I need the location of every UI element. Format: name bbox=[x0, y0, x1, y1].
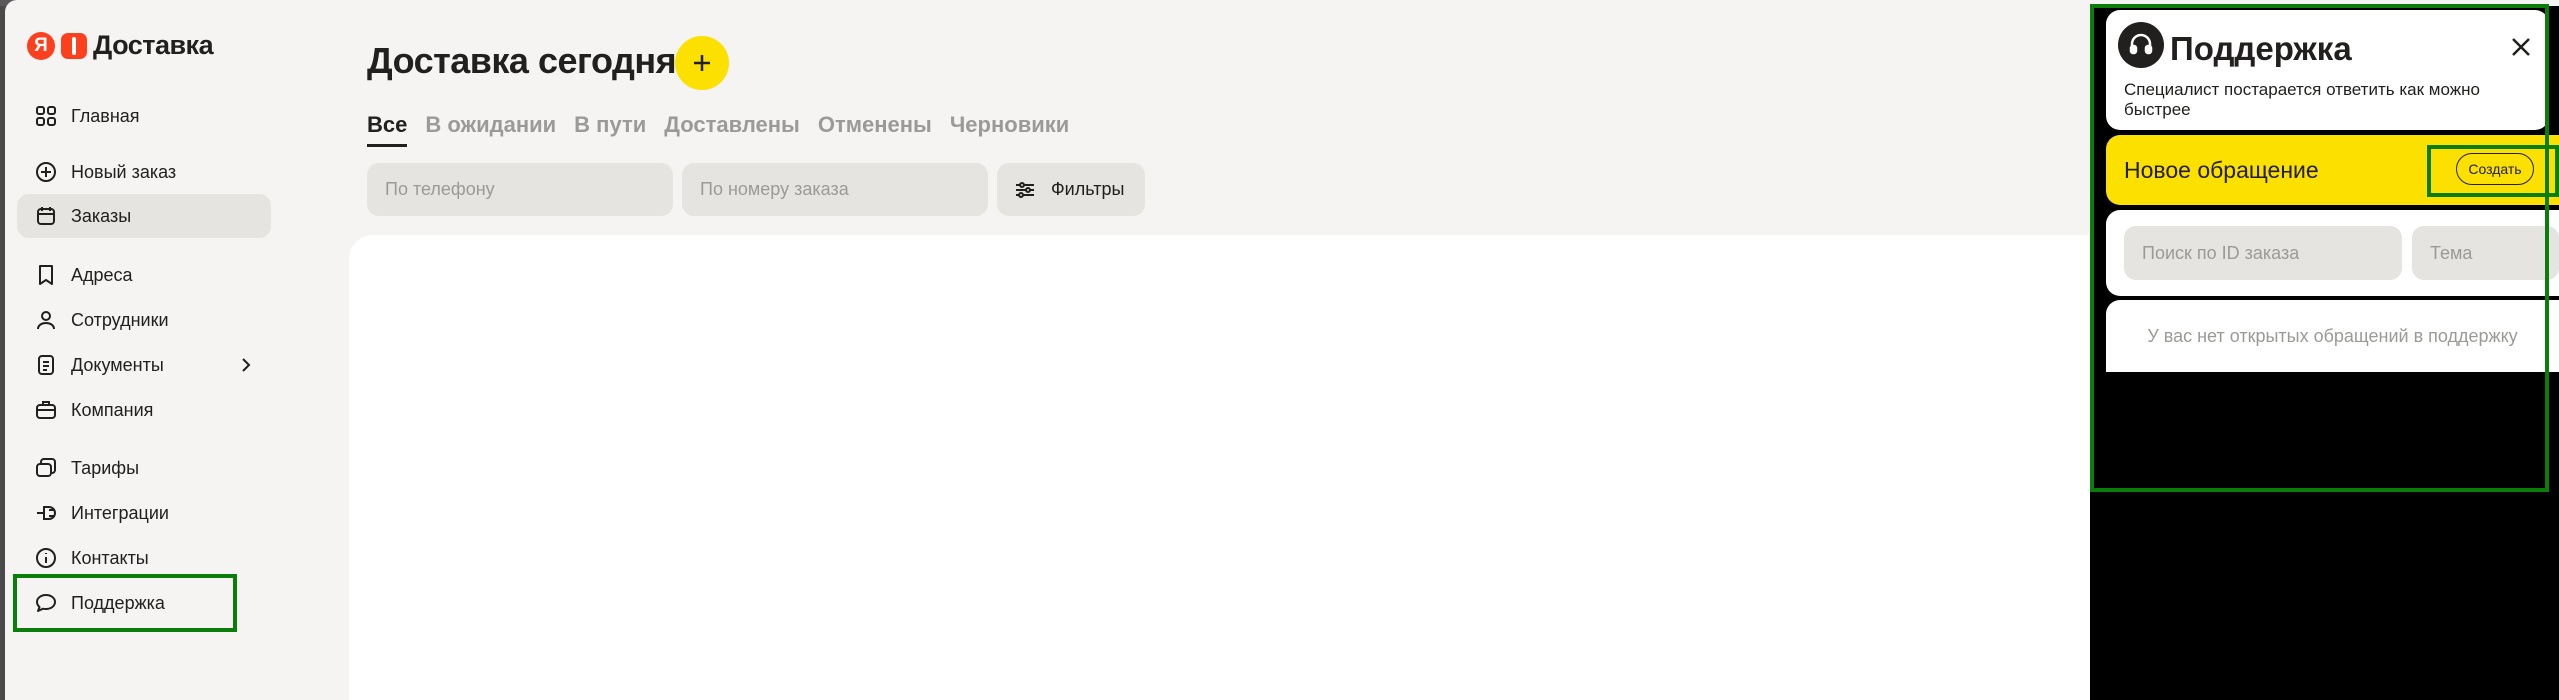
user-icon bbox=[35, 309, 57, 331]
main-content: Доставка сегодня Все В ожидании В пути Д… bbox=[335, 0, 2119, 700]
order-status-tabs: Все В ожидании В пути Доставлены Отменен… bbox=[367, 112, 1069, 147]
sidebar-item-orders[interactable]: Заказы bbox=[17, 194, 271, 238]
tag-icon bbox=[35, 457, 57, 479]
sidebar-item-company[interactable]: Компания bbox=[17, 388, 271, 432]
page-title: Доставка сегодня bbox=[367, 40, 677, 81]
sidebar-item-integrations[interactable]: Интеграции bbox=[17, 491, 271, 535]
sidebar-item-home[interactable]: Главная bbox=[17, 94, 271, 138]
sidebar-item-label: Адреса bbox=[71, 264, 133, 285]
delivery-box-icon bbox=[61, 32, 87, 59]
orders-content-panel bbox=[349, 235, 2119, 700]
sidebar-item-label: Заказы bbox=[71, 205, 132, 226]
tab-drafts[interactable]: Черновики bbox=[950, 112, 1069, 147]
highlight-support-nav bbox=[13, 574, 237, 632]
phone-search-input[interactable]: По телефону bbox=[367, 163, 673, 216]
sidebar-item-new-order[interactable]: Новый заказ bbox=[17, 150, 271, 194]
order-number-search-input[interactable]: По номеру заказа bbox=[682, 163, 988, 216]
plug-icon bbox=[35, 502, 57, 524]
plus-circle-icon bbox=[35, 161, 57, 183]
tab-all[interactable]: Все bbox=[367, 112, 408, 147]
filters-label: Фильтры bbox=[1051, 179, 1125, 199]
add-order-button[interactable] bbox=[675, 36, 729, 90]
plus-icon bbox=[694, 55, 710, 71]
sidebar-item-addresses[interactable]: Адреса bbox=[17, 253, 271, 297]
sidebar-item-label: Контакты bbox=[71, 547, 149, 568]
sidebar-item-label: Тарифы bbox=[71, 457, 140, 478]
sidebar-item-tariffs[interactable]: Тарифы bbox=[17, 446, 271, 490]
sidebar-item-label: Сотрудники bbox=[71, 309, 169, 330]
brand-logo[interactable]: Я Доставка bbox=[27, 30, 214, 61]
tab-in-transit[interactable]: В пути bbox=[574, 112, 646, 147]
info-icon bbox=[35, 547, 57, 569]
briefcase-icon bbox=[35, 399, 57, 421]
sidebar-item-documents[interactable]: Документы bbox=[17, 343, 271, 387]
tab-cancelled[interactable]: Отменены bbox=[818, 112, 932, 147]
tab-waiting[interactable]: В ожидании bbox=[425, 112, 556, 147]
sidebar: Я Доставка Главная Новый заказ Заказы Ад… bbox=[5, 0, 335, 700]
bookmark-icon bbox=[35, 264, 57, 286]
calendar-icon bbox=[35, 205, 57, 227]
filters-button[interactable]: Фильтры bbox=[997, 163, 1145, 216]
sidebar-item-label: Документы bbox=[71, 354, 164, 375]
highlight-support-panel bbox=[2090, 4, 2549, 492]
tab-delivered[interactable]: Доставлены bbox=[664, 112, 800, 147]
sidebar-item-label: Главная bbox=[71, 105, 140, 126]
sliders-icon bbox=[1016, 181, 1034, 198]
sidebar-item-employees[interactable]: Сотрудники bbox=[17, 298, 271, 342]
grid-icon bbox=[35, 105, 57, 127]
document-icon bbox=[35, 354, 57, 376]
sidebar-item-label: Новый заказ bbox=[71, 161, 177, 182]
sidebar-item-label: Интеграции bbox=[71, 502, 169, 523]
chevron-right-icon bbox=[242, 358, 251, 372]
sidebar-item-label: Компания bbox=[71, 399, 154, 420]
brand-name: Доставка bbox=[93, 30, 214, 60]
yandex-logo-icon: Я bbox=[27, 31, 55, 60]
